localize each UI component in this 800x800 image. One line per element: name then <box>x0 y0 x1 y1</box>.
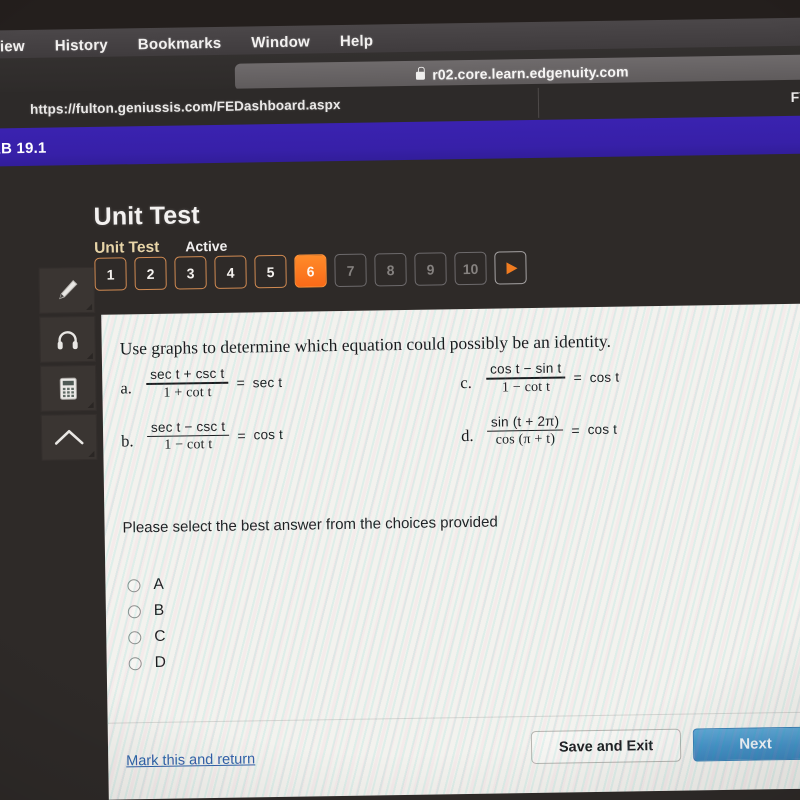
option-c-key: c. <box>460 372 472 393</box>
next-button[interactable]: Next <box>692 726 800 762</box>
option-d-denominator: cos (π + t) <box>495 431 556 448</box>
pager-item-6[interactable]: 6 <box>294 254 327 288</box>
app-body: Unit Test Unit Test Active 1 2 3 4 5 6 7… <box>0 153 800 800</box>
choice-a[interactable]: A <box>127 572 165 599</box>
address-bar-value: r02.core.learn.edgenuity.com <box>432 62 629 83</box>
panel-footer: Mark this and return Save and Exit Next <box>108 713 800 800</box>
breadcrumb: AB 19.1 <box>0 139 47 158</box>
choice-d-label: D <box>154 653 167 671</box>
choice-a-label: A <box>153 575 164 593</box>
highlighter-tool-button[interactable] <box>38 266 96 314</box>
radio-d[interactable] <box>128 656 142 670</box>
screenshot-root: View History Bookmarks Window Help r02.c… <box>0 0 800 800</box>
calculator-tool-button[interactable] <box>40 364 97 412</box>
question-stem: Use graphs to determine which equation c… <box>119 330 612 359</box>
headphones-tool-button[interactable] <box>39 315 96 363</box>
option-a-numerator: sec t + csc t <box>150 365 225 382</box>
mark-this-and-return-link[interactable]: Mark this and return <box>126 751 255 769</box>
title-block: Unit Test Unit Test Active <box>93 201 227 258</box>
pager-next-button[interactable] <box>494 251 527 285</box>
choice-b[interactable]: B <box>127 598 166 625</box>
pager-item-8: 8 <box>374 252 407 287</box>
menu-item-view[interactable]: View <box>0 37 25 55</box>
option-b: b. sec t − csc t 1 − cot t = cos t <box>121 414 462 456</box>
status-badge: Active <box>185 237 228 255</box>
option-d-equals: = <box>571 422 580 439</box>
answer-choice-list: A B C D <box>127 572 166 677</box>
choice-c-label: C <box>154 627 166 645</box>
option-a-expression: sec t + csc t 1 + cot t = sec t <box>146 364 283 403</box>
choice-c[interactable]: C <box>128 624 166 651</box>
radio-c[interactable] <box>128 630 142 644</box>
save-and-exit-button[interactable]: Save and Exit <box>530 728 682 765</box>
answer-options-grid: a. sec t + csc t 1 + cot t = sec t c. co… <box>120 356 782 472</box>
answer-prompt: Please select the best answer from the c… <box>122 513 498 537</box>
pager-item-10: 10 <box>454 251 487 286</box>
pager-item-7: 7 <box>334 253 367 288</box>
option-b-expression: sec t − csc t 1 − cot t = cos t <box>147 417 284 456</box>
headphones-icon <box>52 324 82 354</box>
option-a-rhs: sec t <box>252 374 283 391</box>
choice-d[interactable]: D <box>128 650 166 677</box>
menu-item-window[interactable]: Window <box>251 33 310 51</box>
option-c: c. cos t − sin t 1 − cot t = cos t <box>460 356 761 397</box>
option-a-equals: = <box>236 374 245 391</box>
menu-item-history[interactable]: History <box>55 36 108 54</box>
menu-item-bookmarks[interactable]: Bookmarks <box>138 34 222 52</box>
option-b-rhs: cos t <box>253 427 284 443</box>
radio-b[interactable] <box>127 604 141 618</box>
option-a: a. sec t + csc t 1 + cot t = sec t <box>120 361 461 403</box>
option-c-denominator: 1 − cot t <box>501 379 551 396</box>
pager-item-2[interactable]: 2 <box>134 256 167 291</box>
tool-rail <box>38 266 98 464</box>
tab-divider <box>537 87 540 118</box>
option-c-rhs: cos t <box>589 369 620 385</box>
radio-a[interactable] <box>127 578 141 592</box>
assignment-status-row: Unit Test Active <box>94 238 227 258</box>
assignment-label: Unit Test <box>94 238 160 257</box>
tab-label-fvs[interactable]: FVS <box>791 89 800 105</box>
option-d-numerator: sin (t + 2π) <box>490 413 560 430</box>
pager-item-9: 9 <box>414 252 447 286</box>
option-d-key: d. <box>460 425 474 445</box>
pager-item-5[interactable]: 5 <box>254 254 287 289</box>
option-d: d. sin (t + 2π) cos (π + t) = cos t <box>461 409 762 450</box>
option-c-numerator: cos t − sin t <box>489 360 562 377</box>
menu-item-help[interactable]: Help <box>340 32 374 50</box>
chevron-up-icon <box>52 422 86 453</box>
calculator-icon <box>53 373 83 403</box>
background-tab-url[interactable]: https://fulton.geniussis.com/FEDashboard… <box>30 97 341 117</box>
option-d-expression: sin (t + 2π) cos (π + t) = cos t <box>487 411 618 450</box>
option-d-rhs: cos t <box>587 422 618 438</box>
option-b-key: b. <box>121 430 134 451</box>
option-c-equals: = <box>573 369 582 386</box>
option-c-expression: cos t − sin t 1 − cot t = cos t <box>486 359 620 398</box>
choice-b-label: B <box>153 601 165 619</box>
play-triangle-icon <box>505 261 518 274</box>
option-b-denominator: 1 − cot t <box>164 437 213 453</box>
option-b-equals: = <box>237 427 246 444</box>
pager-item-3[interactable]: 3 <box>174 256 207 290</box>
pager-item-4[interactable]: 4 <box>214 255 247 289</box>
collapse-tool-button[interactable] <box>40 413 98 461</box>
pager-item-1[interactable]: 1 <box>94 257 127 291</box>
question-panel: Use graphs to determine which equation c… <box>101 303 800 800</box>
option-b-numerator: sec t − csc t <box>150 418 226 435</box>
option-row-2: b. sec t − csc t 1 − cot t = cos t d. si… <box>121 409 782 472</box>
option-a-key: a. <box>120 378 132 398</box>
lock-icon <box>416 71 426 80</box>
page-title: Unit Test <box>93 201 200 231</box>
highlighter-icon <box>52 275 82 305</box>
option-a-denominator: 1 + cot t <box>163 384 212 401</box>
question-pager: 1 2 3 4 5 6 7 8 9 10 <box>94 251 527 291</box>
